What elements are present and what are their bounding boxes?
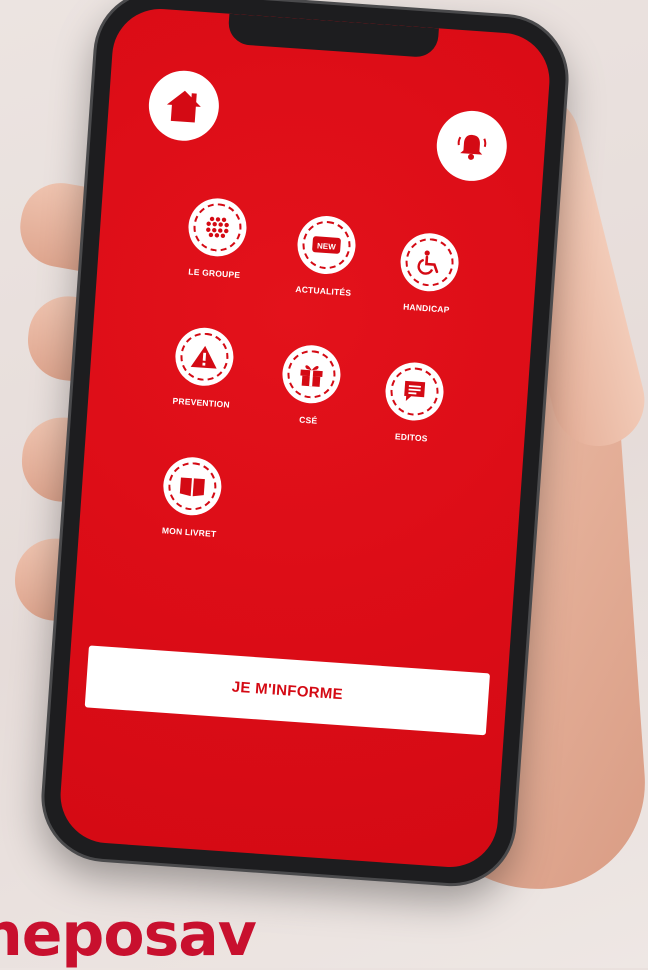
menu-circle xyxy=(186,196,249,259)
book-icon xyxy=(179,477,205,497)
je-m-informe-button[interactable]: JE M'INFORME xyxy=(84,645,491,736)
menu-circle xyxy=(173,325,236,388)
menu-item-actualites[interactable]: NEW ACTUALITÉS xyxy=(268,212,383,299)
menu-label: MON LIVRET xyxy=(161,525,217,540)
menu-circle: NEW xyxy=(295,214,358,276)
menu-label: PREVENTION xyxy=(172,395,231,410)
menu-circle xyxy=(280,343,343,406)
alarm-bell-icon xyxy=(457,134,487,160)
menu-item-editos[interactable]: EDITOS xyxy=(356,359,471,446)
alarm-bell-button[interactable] xyxy=(434,108,510,184)
warning-icon xyxy=(190,345,217,369)
menu-label: EDITOS xyxy=(394,431,428,444)
phone-device: LE GROUPE NEW ACTUALITÉS HANDICAP PREVEN… xyxy=(40,0,570,888)
message-icon xyxy=(404,380,426,401)
home-icon xyxy=(166,90,201,123)
brand-wordmark: neposav xyxy=(0,900,257,970)
menu-item-mon-livret[interactable]: MON LIVRET xyxy=(134,453,249,540)
app-screen: LE GROUPE NEW ACTUALITÉS HANDICAP PREVEN… xyxy=(57,5,553,871)
menu-item-le-groupe[interactable]: LE GROUPE xyxy=(159,195,274,282)
home-button[interactable] xyxy=(146,68,222,144)
menu-label: HANDICAP xyxy=(402,301,450,315)
menu-label: LE GROUPE xyxy=(188,266,241,281)
grid-dots-icon xyxy=(206,216,229,238)
menu-item-handicap[interactable]: HANDICAP xyxy=(371,229,486,316)
new-badge-text: NEW xyxy=(317,241,337,251)
accessibility-icon xyxy=(417,250,439,275)
menu-circle xyxy=(161,455,224,518)
menu-item-cse[interactable]: CSÉ xyxy=(253,342,368,429)
menu-item-prevention[interactable]: PREVENTION xyxy=(146,324,261,411)
new-badge-icon: NEW xyxy=(312,236,341,254)
menu-label: ACTUALITÉS xyxy=(295,283,352,298)
menu-circle xyxy=(383,360,446,423)
gift-icon xyxy=(300,365,323,387)
menu-label: CSÉ xyxy=(298,414,318,426)
menu-circle xyxy=(398,231,461,294)
